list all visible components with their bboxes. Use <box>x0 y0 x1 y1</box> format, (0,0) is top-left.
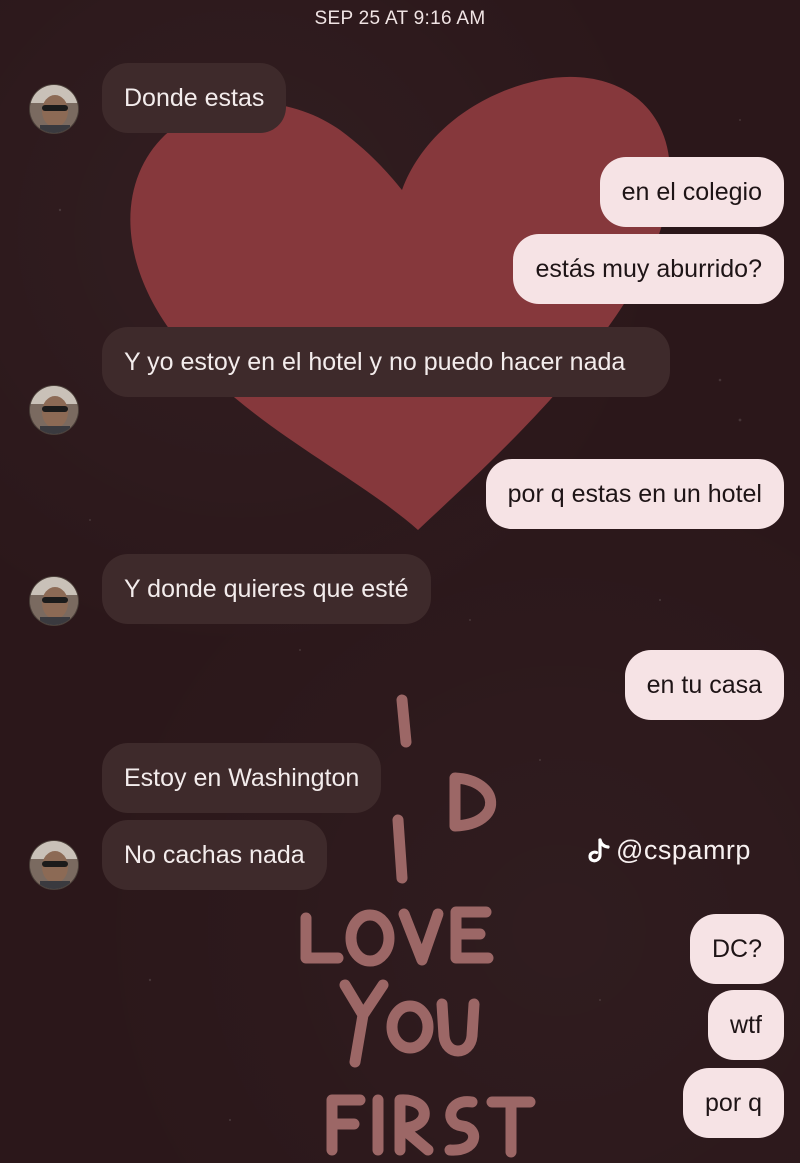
avatar-photo-icon <box>30 577 78 625</box>
contact-avatar[interactable] <box>29 576 79 626</box>
watermark-handle: @cspamrp <box>616 835 751 865</box>
outgoing-message[interactable]: por q estas en un hotel <box>485 459 784 529</box>
contact-avatar[interactable] <box>29 84 79 134</box>
message-timestamp: SEP 25 AT 9:16 AM <box>314 8 486 29</box>
contact-avatar[interactable] <box>29 385 79 435</box>
outgoing-message[interactable]: en el colegio <box>599 157 784 227</box>
outgoing-message[interactable]: estás muy aburrido? <box>513 234 784 304</box>
outgoing-message[interactable]: por q <box>683 1068 784 1138</box>
outgoing-message[interactable]: DC? <box>689 914 784 984</box>
contact-avatar[interactable] <box>29 840 79 890</box>
tiktok-icon <box>588 837 610 862</box>
avatar-photo-icon <box>30 85 78 133</box>
outgoing-message[interactable]: wtf <box>708 990 784 1060</box>
avatar-photo-icon <box>30 841 78 889</box>
outgoing-message[interactable]: en tu casa <box>624 650 784 720</box>
avatar-photo-icon <box>30 386 78 434</box>
incoming-message[interactable]: Y yo estoy en el hotel y no puedo hacer … <box>102 327 670 397</box>
incoming-message[interactable]: Donde estas <box>102 63 287 133</box>
incoming-message[interactable]: Estoy en Washington <box>102 743 382 813</box>
chat-screen: SEP 25 AT 9:16 AM Donde estas en el cole… <box>0 0 800 1163</box>
incoming-message[interactable]: Y donde quieres que esté <box>102 554 431 624</box>
tiktok-watermark: @cspamrp <box>586 835 751 866</box>
incoming-message[interactable]: No cachas nada <box>102 820 327 890</box>
